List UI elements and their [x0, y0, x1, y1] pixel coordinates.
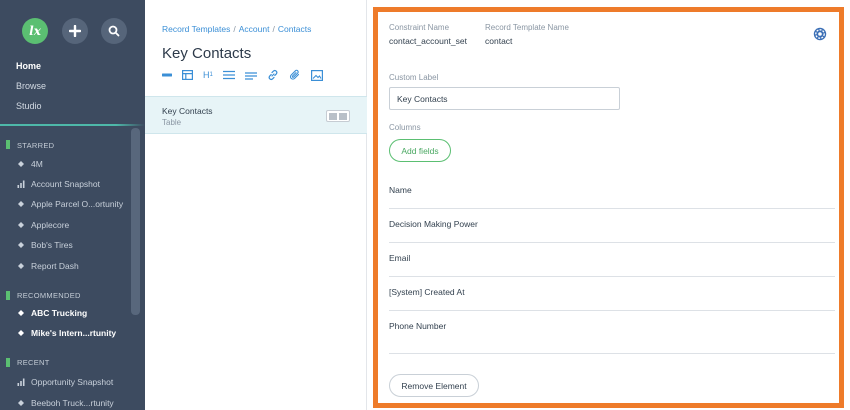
element-title: Key Contacts — [162, 106, 213, 116]
section-recommended-heading: RECOMMENDED — [17, 291, 81, 300]
list-icon[interactable] — [222, 68, 235, 82]
table-icon[interactable] — [182, 68, 193, 82]
search-icon — [108, 25, 120, 37]
breadcrumb-separator: / — [233, 24, 236, 34]
h1-icon-level: 1 — [209, 72, 213, 78]
link-icon[interactable] — [267, 68, 279, 82]
sidebar-scrollbar[interactable] — [131, 128, 140, 315]
starred-item[interactable]: Apple Parcel O...ortunity — [17, 199, 123, 209]
constraint-name-value: contact_account_set — [389, 36, 467, 46]
starred-item[interactable]: Account Snapshot — [17, 179, 100, 189]
column-field-row[interactable]: Decision Making Power — [389, 209, 835, 243]
section-starred-heading: STARRED — [17, 141, 55, 150]
starred-item-label: Applecore — [31, 220, 70, 230]
starred-item-label: 4M — [31, 159, 43, 169]
recent-item-label: Opportunity Snapshot — [31, 377, 114, 387]
image-icon[interactable] — [310, 68, 323, 82]
plus-icon — [69, 25, 81, 37]
breadcrumb: Record Templates / Account / Contacts — [162, 24, 311, 34]
diamond-icon — [18, 242, 24, 248]
element-detail-panel: Constraint Name contact_account_set Reco… — [373, 7, 844, 408]
recent-item-label: Beeboh Truck...rtunity — [31, 398, 114, 408]
sidebar-divider — [0, 124, 145, 126]
starred-item-label: Apple Parcel O...ortunity — [31, 199, 124, 209]
column-field-name: Name — [389, 185, 412, 195]
recent-item[interactable]: Beeboh Truck...rtunity — [17, 398, 114, 408]
recent-marker — [6, 358, 10, 367]
app-logo[interactable]: lx — [22, 18, 48, 44]
constraint-name-label: Constraint Name — [389, 23, 450, 32]
recommended-marker — [6, 291, 10, 300]
search-button[interactable] — [101, 18, 127, 44]
minus-icon[interactable] — [162, 68, 172, 82]
diamond-icon — [18, 201, 24, 207]
lines-icon[interactable] — [244, 68, 257, 82]
nav-browse[interactable]: Browse — [16, 81, 46, 91]
table-layout-icon[interactable] — [326, 110, 350, 122]
gear-icon[interactable] — [812, 26, 828, 42]
create-button[interactable] — [62, 18, 88, 44]
recommended-item-label: Mike's Intern...rtunity — [31, 328, 117, 338]
template-structure-panel: Record Templates / Account / Contacts Key Co… — [145, 0, 367, 410]
diamond-icon — [18, 222, 24, 228]
column-field-row[interactable]: Email — [389, 243, 835, 277]
sidebar-header: lx — [0, 0, 145, 68]
column-field-row[interactable]: Name — [389, 175, 835, 209]
starred-item-label: Account Snapshot — [31, 179, 100, 189]
bar-chart-icon — [17, 378, 25, 386]
column-field-name: [System] Created At — [389, 287, 465, 297]
recommended-item[interactable]: Mike's Intern...rtunity — [17, 328, 116, 338]
diamond-icon — [18, 161, 24, 167]
recommended-item[interactable]: ABC Trucking — [17, 308, 87, 318]
starred-item[interactable]: Bob's Tires — [17, 240, 73, 250]
section-recent-heading: RECENT — [17, 358, 50, 367]
custom-label-label: Custom Label — [389, 73, 439, 82]
element-type: Table — [162, 118, 182, 127]
logo-text: lx — [29, 24, 41, 38]
remove-element-button[interactable]: Remove Element — [389, 374, 479, 397]
starred-item[interactable]: Applecore — [17, 220, 69, 230]
starred-item[interactable]: 4M — [17, 159, 43, 169]
record-template-label: Record Template Name — [485, 23, 569, 32]
breadcrumb-link-record-templates[interactable]: Record Templates — [162, 24, 230, 34]
breadcrumb-link-account[interactable]: Account — [239, 24, 270, 34]
column-field-row[interactable]: [System] Created At — [389, 277, 835, 311]
columns-label: Columns — [389, 123, 421, 132]
column-field-name: Email — [389, 253, 411, 263]
starred-item-label: Bob's Tires — [31, 240, 73, 250]
column-field-name: Phone Number — [389, 321, 447, 331]
element-toolbar: H1 — [162, 68, 333, 82]
attachment-icon[interactable] — [289, 68, 301, 82]
column-field-name: Decision Making Power — [389, 219, 478, 229]
recent-item[interactable]: Opportunity Snapshot — [17, 377, 113, 387]
breadcrumb-separator: / — [272, 24, 275, 34]
recommended-item-label: ABC Trucking — [31, 308, 88, 318]
diamond-icon — [18, 400, 24, 406]
page-title: Key Contacts — [162, 45, 252, 62]
add-fields-button[interactable]: Add fields — [389, 139, 451, 162]
starred-item-label: Report Dash — [31, 261, 79, 271]
h1-icon[interactable]: H1 — [203, 68, 213, 82]
column-field-row[interactable]: Phone Number — [389, 311, 835, 354]
breadcrumb-link-contacts[interactable]: Contacts — [278, 24, 312, 34]
nav-studio[interactable]: Studio — [16, 101, 42, 111]
starred-marker — [6, 140, 10, 149]
diamond-icon — [18, 263, 24, 269]
custom-label-input[interactable]: Key Contacts — [389, 87, 620, 110]
nav-home[interactable]: Home — [16, 61, 41, 71]
selected-element-row[interactable]: Key Contacts Table — [145, 96, 367, 134]
starred-item[interactable]: Report Dash — [17, 261, 79, 271]
sidebar: lx Home Browse Studio STARRED 4M Account… — [0, 0, 145, 410]
diamond-icon — [18, 310, 24, 316]
bar-chart-icon — [17, 180, 25, 188]
diamond-icon — [18, 330, 24, 336]
record-template-value: contact — [485, 36, 513, 46]
